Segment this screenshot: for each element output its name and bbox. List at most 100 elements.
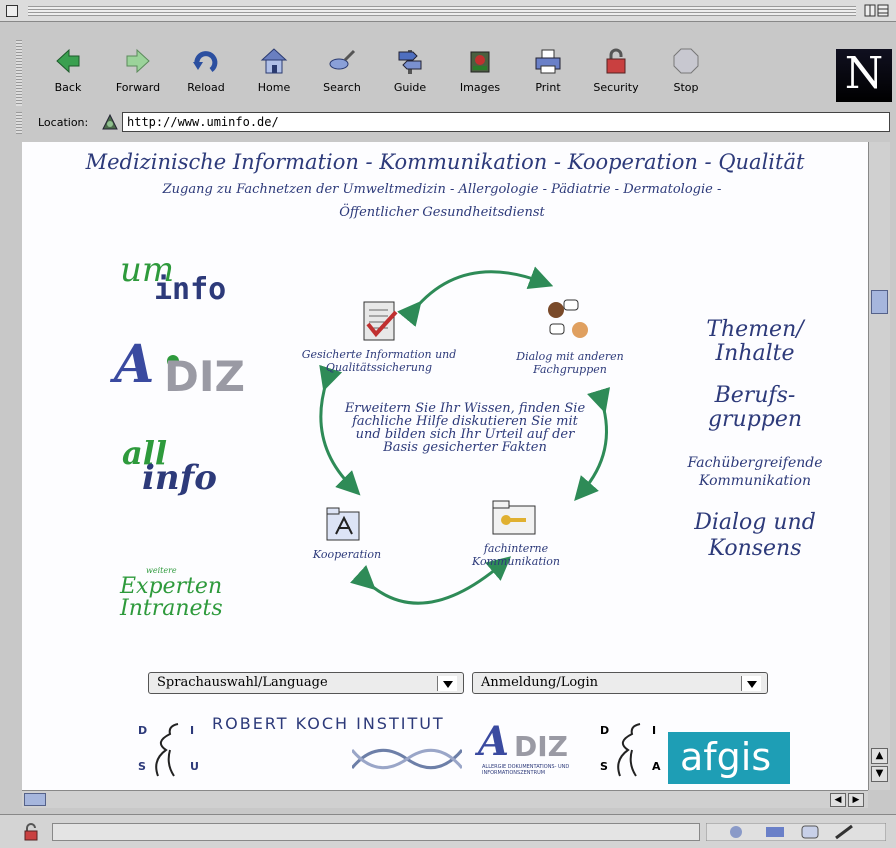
location-grip[interactable]: [16, 112, 22, 134]
afgis-text: afgis: [680, 735, 772, 779]
dsiu-s: S: [138, 760, 146, 773]
navigation-toolbar: Back Forward Reload Home Search Guide Im…: [14, 40, 896, 104]
stop-button[interactable]: Stop: [656, 46, 716, 100]
afgis-logo[interactable]: afgis: [668, 732, 790, 784]
back-button[interactable]: Back: [38, 46, 98, 100]
language-select[interactable]: Sprachauswahl/Language: [148, 672, 464, 694]
page-heading: Medizinische Information - Kommunikation…: [85, 150, 805, 174]
search-button[interactable]: Search: [312, 46, 372, 100]
language-select-value: Sprachauswahl/Language: [157, 675, 328, 690]
themen-inhalte-link[interactable]: Themen/ Inhalte: [660, 318, 850, 366]
adiz-diz-text: DIZ: [164, 352, 245, 401]
security-label: Security: [593, 81, 639, 94]
fach2-text: Kommunikation: [699, 473, 811, 489]
vertical-scrollbar[interactable]: ▲ ▼: [868, 142, 890, 790]
title-bar[interactable]: [0, 0, 896, 22]
browser-window: Back Forward Reload Home Search Guide Im…: [0, 0, 896, 848]
lock-icon: [606, 48, 626, 74]
rki-text: ROBERT KOCH INSTITUT: [212, 714, 445, 733]
security-lock-icon[interactable]: [22, 823, 40, 841]
dsia-s: S: [600, 760, 608, 773]
security-button[interactable]: Security: [586, 46, 646, 100]
location-label: Location:: [38, 116, 89, 129]
gruppen-text: gruppen: [707, 407, 803, 432]
dialog-text: Dialog und: [694, 510, 816, 535]
cooperation-link[interactable]: Kooperation: [302, 548, 392, 561]
location-input[interactable]: http://www.uminfo.de/: [122, 112, 890, 132]
adiz-small-a: A: [478, 718, 510, 765]
experten-intranets-logo[interactable]: weitere Experten Intranets: [120, 566, 270, 622]
print-label: Print: [535, 81, 561, 94]
info-quality-link[interactable]: Gesicherte Information und Qualitätssich…: [284, 348, 474, 374]
scroll-left-arrow[interactable]: ◀: [830, 793, 846, 807]
berufsgruppen-link[interactable]: Berufs- gruppen: [660, 384, 850, 432]
back-label: Back: [54, 81, 82, 94]
dialog-people-icon[interactable]: [542, 296, 594, 344]
chevron-down-icon: [741, 676, 761, 691]
allinfo-logo[interactable]: all info: [122, 434, 252, 500]
experten-line2-text: Intranets: [120, 596, 223, 621]
key-folder-icon[interactable]: [490, 498, 540, 538]
internal-communication-link[interactable]: fachinterne Kommunikation: [456, 542, 576, 568]
reload-button[interactable]: Reload: [176, 46, 236, 100]
page-proxy-icon[interactable]: [101, 113, 119, 131]
chevron-down-icon: [437, 676, 457, 691]
netscape-logo[interactable]: N: [836, 49, 892, 102]
forward-arrow-icon: [126, 48, 150, 74]
cooperation-icon[interactable]: [324, 506, 364, 544]
title-stripes: [28, 6, 856, 16]
dsiu-figure-icon: [155, 723, 179, 777]
reload-icon: [193, 51, 218, 73]
dsia-figure-icon: [617, 723, 641, 777]
horizontal-scroll-thumb[interactable]: [24, 793, 46, 806]
scroll-down-arrow[interactable]: ▼: [871, 766, 888, 782]
dsia-logo[interactable]: D I S A: [596, 716, 666, 784]
print-button[interactable]: Print: [518, 46, 578, 100]
printer-icon: [535, 49, 561, 74]
themen-text: Themen/: [706, 317, 804, 342]
component-bar-icons[interactable]: [706, 823, 886, 841]
dsiu-u: U: [190, 760, 199, 773]
adiz-logo[interactable]: A DIZ: [114, 334, 264, 401]
window-collapse-icon: [864, 4, 889, 17]
close-box[interactable]: [6, 5, 18, 17]
dialog-link[interactable]: Dialog mit anderen Fachgruppen: [490, 350, 650, 376]
page-subheading-2: Öffentlicher Gesundheitsdienst: [339, 205, 545, 220]
adiz-small-caption: ALLERGIE DOKUMENTATIONS- UND INFORMATION…: [482, 764, 570, 776]
dsia-d: D: [600, 724, 610, 737]
stop-label: Stop: [673, 81, 699, 94]
fachuebergreifend-link[interactable]: Fachübergreifende Kommunikation: [660, 454, 850, 490]
guide-label: Guide: [393, 81, 427, 94]
home-icon: [260, 48, 288, 74]
scroll-right-arrow[interactable]: ▶: [848, 793, 864, 807]
horizontal-scrollbar[interactable]: ◀ ▶: [22, 790, 868, 808]
dialog-konsens-link[interactable]: Dialog und Konsens: [660, 510, 850, 562]
uminfo-logo[interactable]: um info: [120, 250, 260, 307]
rki-logo[interactable]: ROBERT KOCH INSTITUT: [212, 714, 482, 784]
arrow-top: [397, 266, 554, 327]
images-button[interactable]: Images: [450, 46, 510, 100]
search-label: Search: [323, 81, 361, 94]
vertical-scroll-thumb[interactable]: [871, 290, 888, 314]
home-label: Home: [257, 81, 291, 94]
dsiu-i: I: [190, 724, 195, 737]
status-text-field: [52, 823, 700, 841]
adiz-small-logo[interactable]: A DIZ ALLERGIE DOKUMENTATIONS- UND INFOR…: [478, 718, 588, 786]
dsiu-logo[interactable]: D I S U: [134, 716, 204, 784]
login-select[interactable]: Anmeldung/Login: [472, 672, 768, 694]
allinfo-info-text: info: [142, 458, 217, 498]
uminfo-info-text: info: [154, 272, 227, 307]
fach1-text: Fachübergreifende: [687, 455, 823, 471]
konsens-text: Konsens: [708, 536, 802, 561]
dsia-a: A: [652, 760, 661, 773]
scroll-up-arrow[interactable]: ▲: [871, 748, 888, 764]
dsiu-d: D: [138, 724, 148, 737]
guide-button[interactable]: Guide: [380, 46, 440, 100]
zoom-box[interactable]: [864, 4, 890, 18]
checklist-icon[interactable]: [360, 298, 400, 344]
home-button[interactable]: Home: [244, 46, 304, 100]
adiz-small-diz: DIZ: [514, 730, 568, 763]
back-arrow-icon: [56, 48, 80, 74]
dsia-i: I: [652, 724, 657, 737]
forward-button[interactable]: Forward: [108, 46, 168, 100]
